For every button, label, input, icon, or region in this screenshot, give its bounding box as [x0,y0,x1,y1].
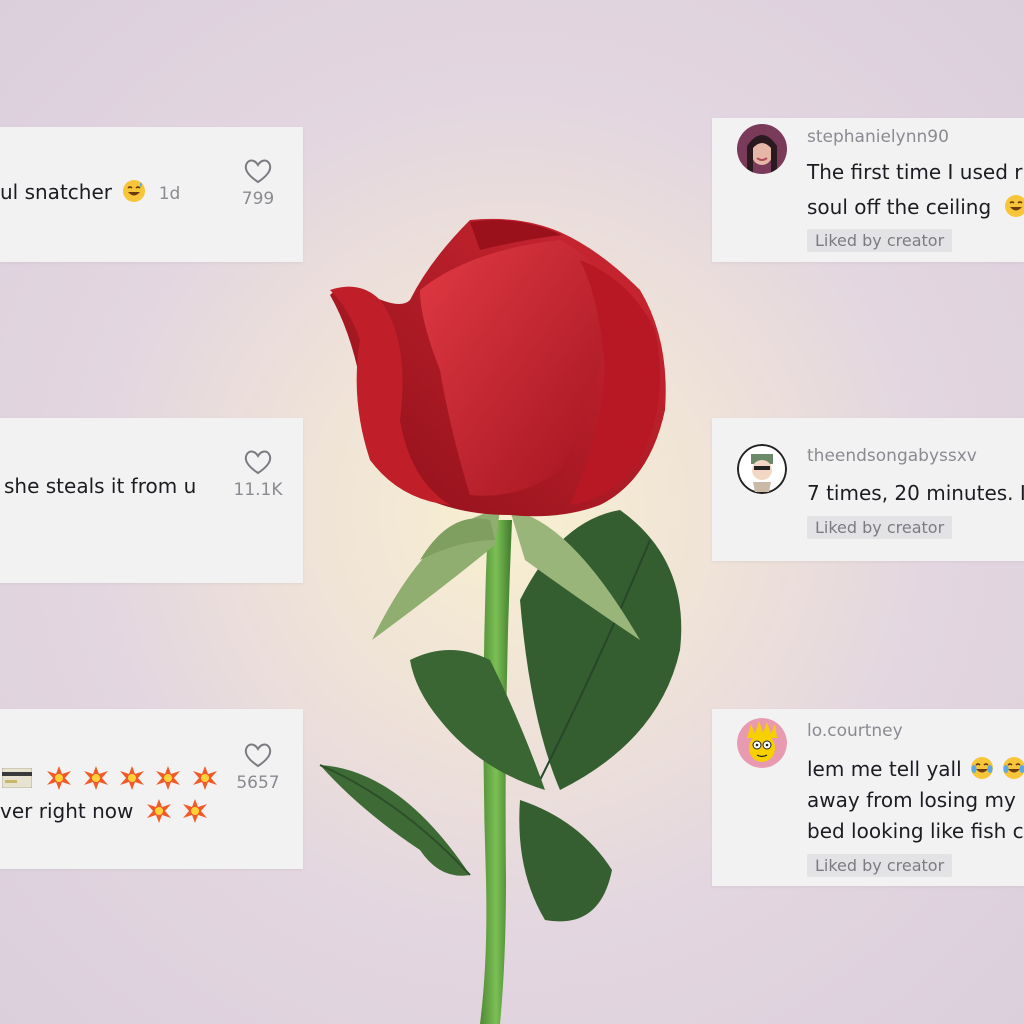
like-count: 799 [241,189,275,209]
liked-by-creator-badge: Liked by creator [807,854,953,877]
user-photo-avatar-icon [737,124,787,174]
comment-text-line-2: away from losing my [807,788,1016,812]
comment-card-left-3: ver right now 5657 [0,709,303,869]
sweat-smile-emoji-icon [1004,195,1024,217]
avatar[interactable] [737,718,787,768]
collision-emoji-icon [83,766,108,790]
like-count: 5657 [236,773,280,793]
heart-icon[interactable] [242,446,274,478]
comment-text: she steals it from u [4,474,197,498]
username[interactable]: stephanielynn90 [807,127,949,147]
comment-text-line-2: soul off the ceiling [807,194,1024,219]
collision-emoji-icon [120,766,145,790]
comment-card-right-1: stephanielynn90 The first time I used r … [712,118,1024,262]
comment-text-line-3: bed looking like fish c [807,819,1024,843]
comment-card-left-1: ul snatcher 1d 799 [0,127,303,262]
tears-of-joy-emoji-icon [1003,757,1024,779]
cartoon-character-avatar-icon [737,444,787,494]
comment-text-line-1: The first time I used r [807,160,1023,184]
comment-age: 1d [158,184,181,204]
credit-card-emoji-icon [2,768,32,788]
red-rose-image [319,218,682,1024]
liked-by-creator-badge: Liked by creator [807,516,953,539]
collision-emoji-icon [192,766,217,790]
like-count: 11.1K [233,480,283,500]
username[interactable]: lo.courtney [807,721,903,741]
comment-text-line-1: lem me tell yall [807,756,1024,781]
username[interactable]: theendsongabyssxv [807,446,977,466]
tears-of-joy-emoji-icon [971,757,994,779]
like-button[interactable]: 5657 [233,739,283,793]
sweat-smile-emoji-icon [123,180,146,202]
comment-text-line-1: 7 times, 20 minutes. I [807,481,1024,505]
comment-text-line-2: ver right now [0,798,212,824]
comment-text-line-1 [0,765,222,791]
comment-card-left-2: she steals it from u 11.1K [0,418,303,583]
leaf-left [320,765,470,876]
avatar[interactable] [737,444,787,494]
heart-icon[interactable] [242,155,274,187]
collision-emoji-icon [183,799,208,823]
comment-text: ul snatcher 1d [0,180,181,204]
collision-emoji-icon [146,799,171,823]
collision-emoji-icon [156,766,181,790]
like-button[interactable]: 11.1K [233,446,283,500]
like-button[interactable]: 799 [233,155,283,209]
comment-card-right-3: lo.courtney lem me tell yall away from l… [712,709,1024,886]
heart-icon[interactable] [242,739,274,771]
avatar[interactable] [737,124,787,174]
cartoon-lisa-avatar-icon [737,718,787,768]
comment-card-right-2: theendsongabyssxv 7 times, 20 minutes. I… [712,418,1024,561]
collision-emoji-icon [47,766,72,790]
liked-by-creator-badge: Liked by creator [807,229,953,252]
